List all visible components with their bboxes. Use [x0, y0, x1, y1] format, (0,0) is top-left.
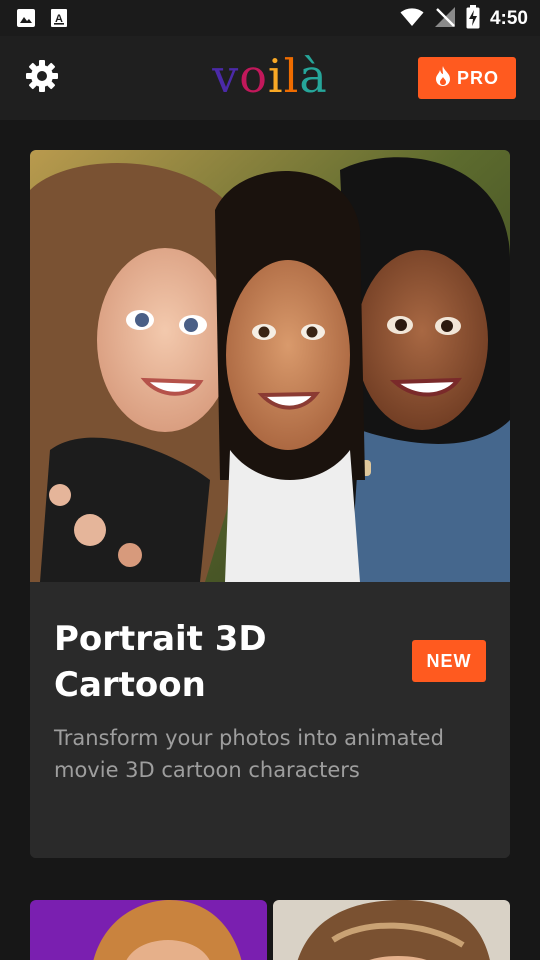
gear-icon	[24, 58, 60, 98]
status-right-icons: 4:50	[400, 5, 528, 33]
logo-letter: v	[212, 49, 240, 103]
logo-letter: l	[283, 49, 300, 103]
app-bar: voilà PRO	[0, 36, 540, 120]
status-bar: A 4:50	[0, 0, 540, 36]
feature-row-next	[30, 900, 510, 960]
feature-description: Transform your photos into animated movi…	[54, 726, 444, 782]
logo-letter: o	[239, 49, 268, 103]
wifi-icon	[400, 7, 424, 31]
battery-charging-icon	[466, 5, 480, 33]
feature-thumbnail[interactable]	[30, 900, 267, 960]
app-logo: voilà	[200, 52, 340, 100]
feature-title: Portrait 3D Cartoon	[54, 619, 267, 705]
feature-card-portrait-3d-cartoon[interactable]: Portrait 3D Cartoon NEW Transform your p…	[30, 150, 510, 858]
feature-card-body: Portrait 3D Cartoon NEW Transform your p…	[30, 582, 510, 858]
flame-icon	[435, 65, 451, 91]
logo-letter: i	[267, 49, 284, 103]
pro-button[interactable]: PRO	[418, 57, 516, 99]
accessibility-text-icon: A	[50, 8, 68, 32]
gallery-icon	[16, 8, 36, 32]
no-signal-icon	[434, 6, 456, 32]
logo-letter: à	[299, 49, 328, 103]
status-time: 4:50	[489, 8, 528, 29]
pro-label: PRO	[456, 67, 499, 88]
status-left-icons: A	[16, 8, 68, 32]
new-badge: NEW	[412, 640, 486, 682]
settings-button[interactable]	[22, 58, 62, 98]
feature-thumbnail[interactable]	[273, 900, 510, 960]
feature-list[interactable]: Portrait 3D Cartoon NEW Transform your p…	[0, 120, 540, 960]
feature-preview-image	[30, 150, 510, 582]
